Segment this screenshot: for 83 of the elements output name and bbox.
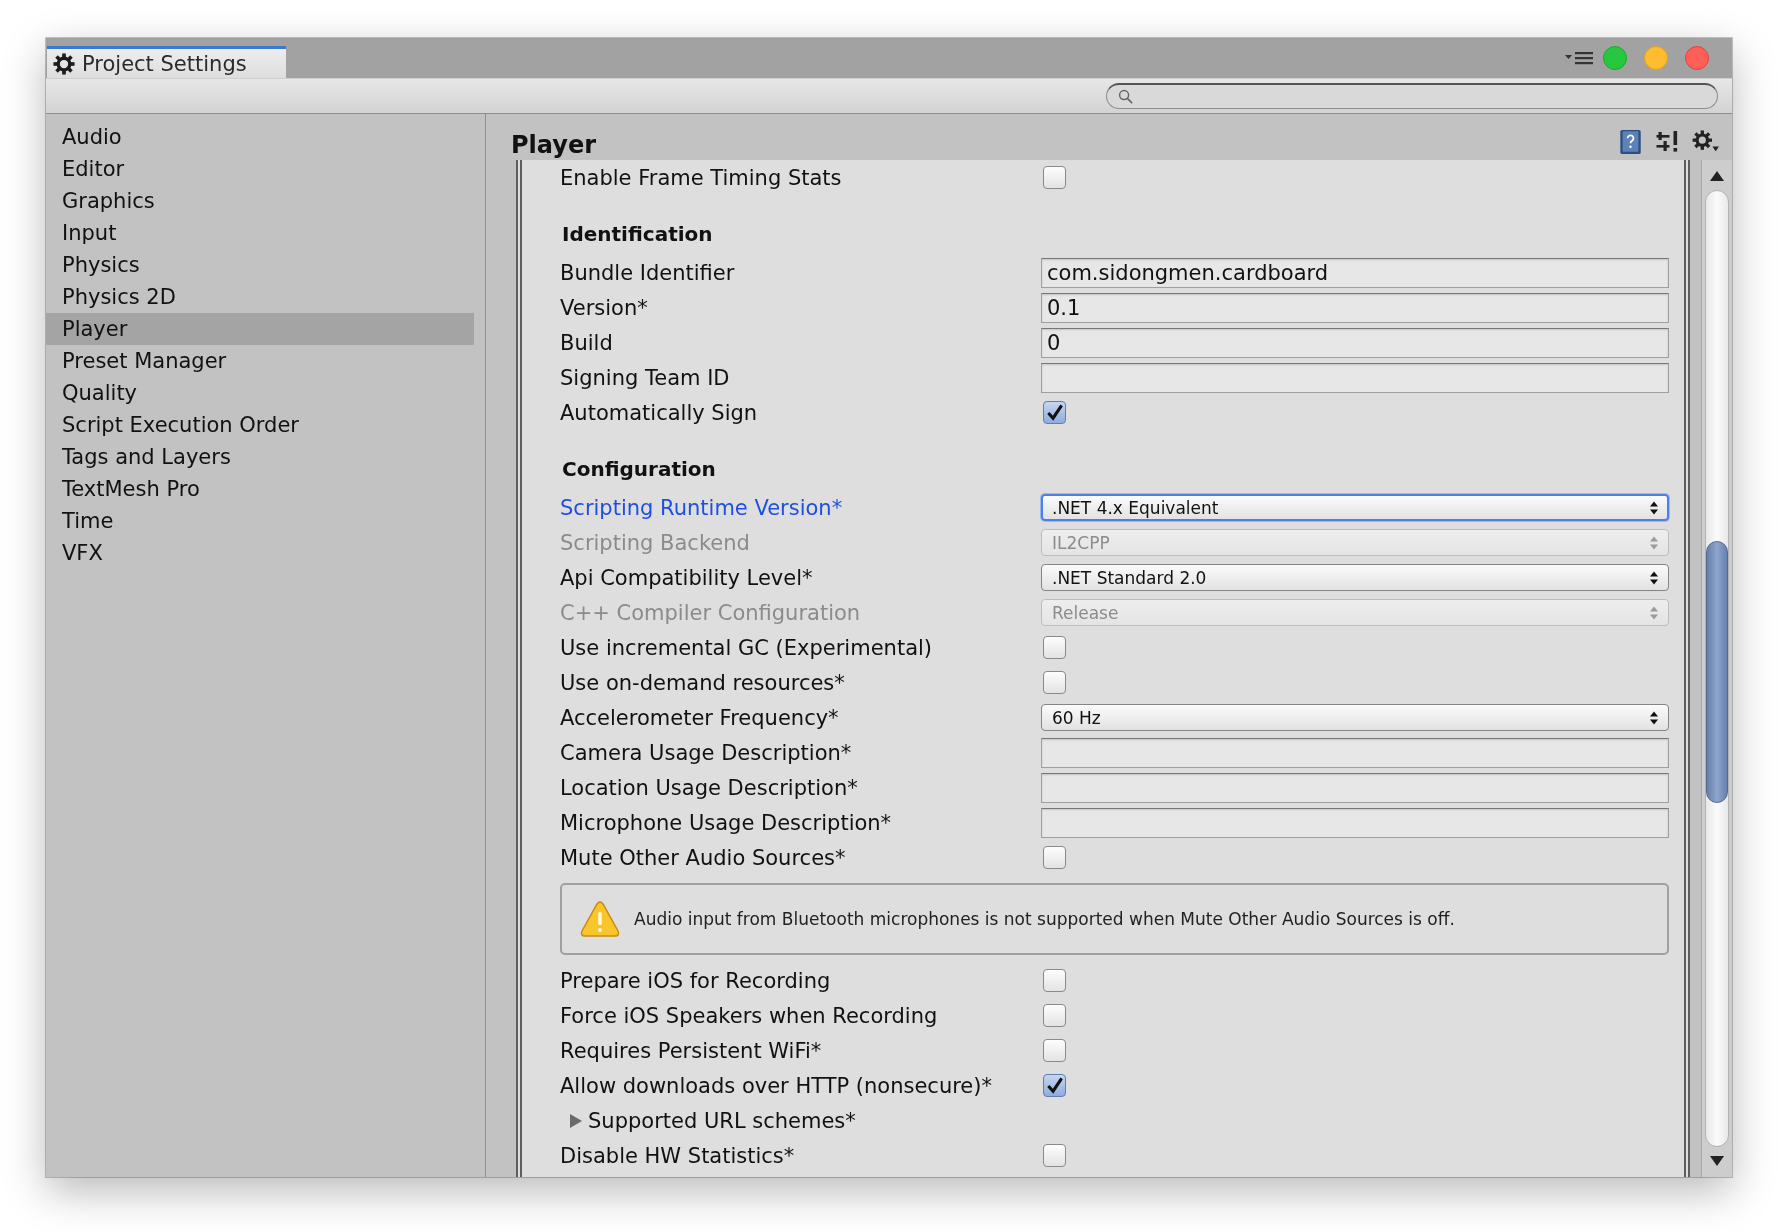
field-label: Camera Usage Description* [560,740,853,765]
sidebar-item[interactable]: Preset Manager [46,345,474,377]
section-header: Identification [562,222,713,246]
checkbox[interactable] [1043,969,1066,992]
checkbox[interactable] [1043,671,1066,694]
checkmark-icon [1045,403,1064,422]
up-down-arrows-icon [1650,605,1658,620]
field-label: Requires Persistent WiFi* [560,1038,823,1063]
search-icon [1118,89,1133,104]
sidebar-item[interactable]: Input [46,217,474,249]
field-label: Use on-demand resources* [560,670,846,695]
checkbox[interactable] [1043,1074,1066,1097]
field-label: Automatically Sign [560,400,759,425]
field-label: Use incremental GC (Experimental) [560,635,934,660]
text-field[interactable]: 0.1 [1041,292,1669,323]
scroll-up-arrow-icon[interactable] [1710,170,1724,182]
scrollbar-track[interactable] [1705,190,1729,1147]
dropdown[interactable]: .NET 4.x Equivalent [1041,494,1669,521]
panel-title: Player [511,131,597,160]
field-label: Scripting Runtime Version* [560,495,844,520]
disclosure-triangle-icon[interactable] [569,1112,583,1129]
foldout-label[interactable]: Supported URL schemes* [588,1108,856,1133]
sidebar-item[interactable]: Tags and Layers [46,441,474,473]
sidebar-item[interactable]: Player [46,313,474,345]
sidebar-item[interactable]: Physics 2D [46,281,474,313]
window-tab[interactable]: Project Settings [47,46,286,78]
search-field[interactable] [1106,83,1718,109]
checkbox[interactable] [1043,636,1066,659]
field-label: Scripting Backend [560,530,751,555]
field-label: C++ Compiler Configuration [560,600,862,625]
sidebar-item[interactable]: Audio [46,121,474,153]
field-label: Disable HW Statistics* [560,1143,796,1168]
up-down-arrows-icon [1650,570,1658,585]
field-label: Signing Team ID [560,365,731,390]
up-down-arrows-icon [1650,710,1658,725]
checkbox[interactable] [1043,1039,1066,1062]
text-field[interactable]: com.sidongmen.cardboard [1041,257,1669,288]
menu-icon[interactable] [1565,51,1593,65]
dropdown[interactable]: 60 Hz [1041,704,1669,731]
sidebar-item[interactable]: Editor [46,153,474,185]
scroll-down-arrow-icon[interactable] [1710,1155,1724,1167]
gear-icon [53,52,75,75]
sidebar-item[interactable]: VFX [46,537,474,569]
field-label: Version* [560,295,649,320]
text-field[interactable]: 0 [1041,327,1669,358]
checkbox[interactable] [1043,1144,1066,1167]
sliders-icon[interactable] [1655,129,1680,155]
help-icon[interactable] [1618,129,1643,155]
field-label: Enable Frame Timing Stats [560,165,843,190]
sidebar-item[interactable]: Graphics [46,185,474,217]
field-label: Microphone Usage Description* [560,810,893,835]
field-label: Force iOS Speakers when Recording [560,1003,939,1028]
up-down-arrows-icon [1650,500,1658,515]
field-label: Build [560,330,614,355]
field-label: Allow downloads over HTTP (nonsecure)* [560,1073,993,1098]
warning-icon [580,901,620,937]
checkbox[interactable] [1043,846,1066,869]
scrollbar[interactable] [1701,160,1732,1177]
checkbox[interactable] [1043,1004,1066,1027]
up-down-arrows-icon [1650,535,1658,550]
field-label: Mute Other Audio Sources* [560,845,847,870]
sidebar-item[interactable]: Time [46,505,474,537]
sidebar-item[interactable]: Script Execution Order [46,409,474,441]
section-header: Configuration [562,457,716,481]
dropdown[interactable]: .NET Standard 2.0 [1041,564,1669,591]
sidebar-item[interactable]: Physics [46,249,474,281]
field-label: Location Usage Description* [560,775,859,800]
checkmark-icon [1045,1076,1064,1095]
text-field[interactable] [1041,807,1669,838]
field-label: Bundle Identifier [560,260,736,285]
text-field[interactable] [1041,737,1669,768]
warning-message: Audio input from Bluetooth microphones is not supported when Mute Other Audio Sources is off. [634,909,1455,929]
scrollbar-thumb[interactable] [1706,541,1728,803]
checkbox[interactable] [1043,401,1066,424]
field-label: Prepare iOS for Recording [560,968,832,993]
text-field[interactable] [1041,362,1669,393]
field-label: Accelerometer Frequency* [560,705,840,730]
text-field[interactable] [1041,772,1669,803]
sidebar-item[interactable]: TextMesh Pro [46,473,474,505]
sidebar-item[interactable]: Quality [46,377,474,409]
checkbox[interactable] [1043,166,1066,189]
field-label: Api Compatibility Level* [560,565,814,590]
settings-icon[interactable] [1692,130,1720,154]
